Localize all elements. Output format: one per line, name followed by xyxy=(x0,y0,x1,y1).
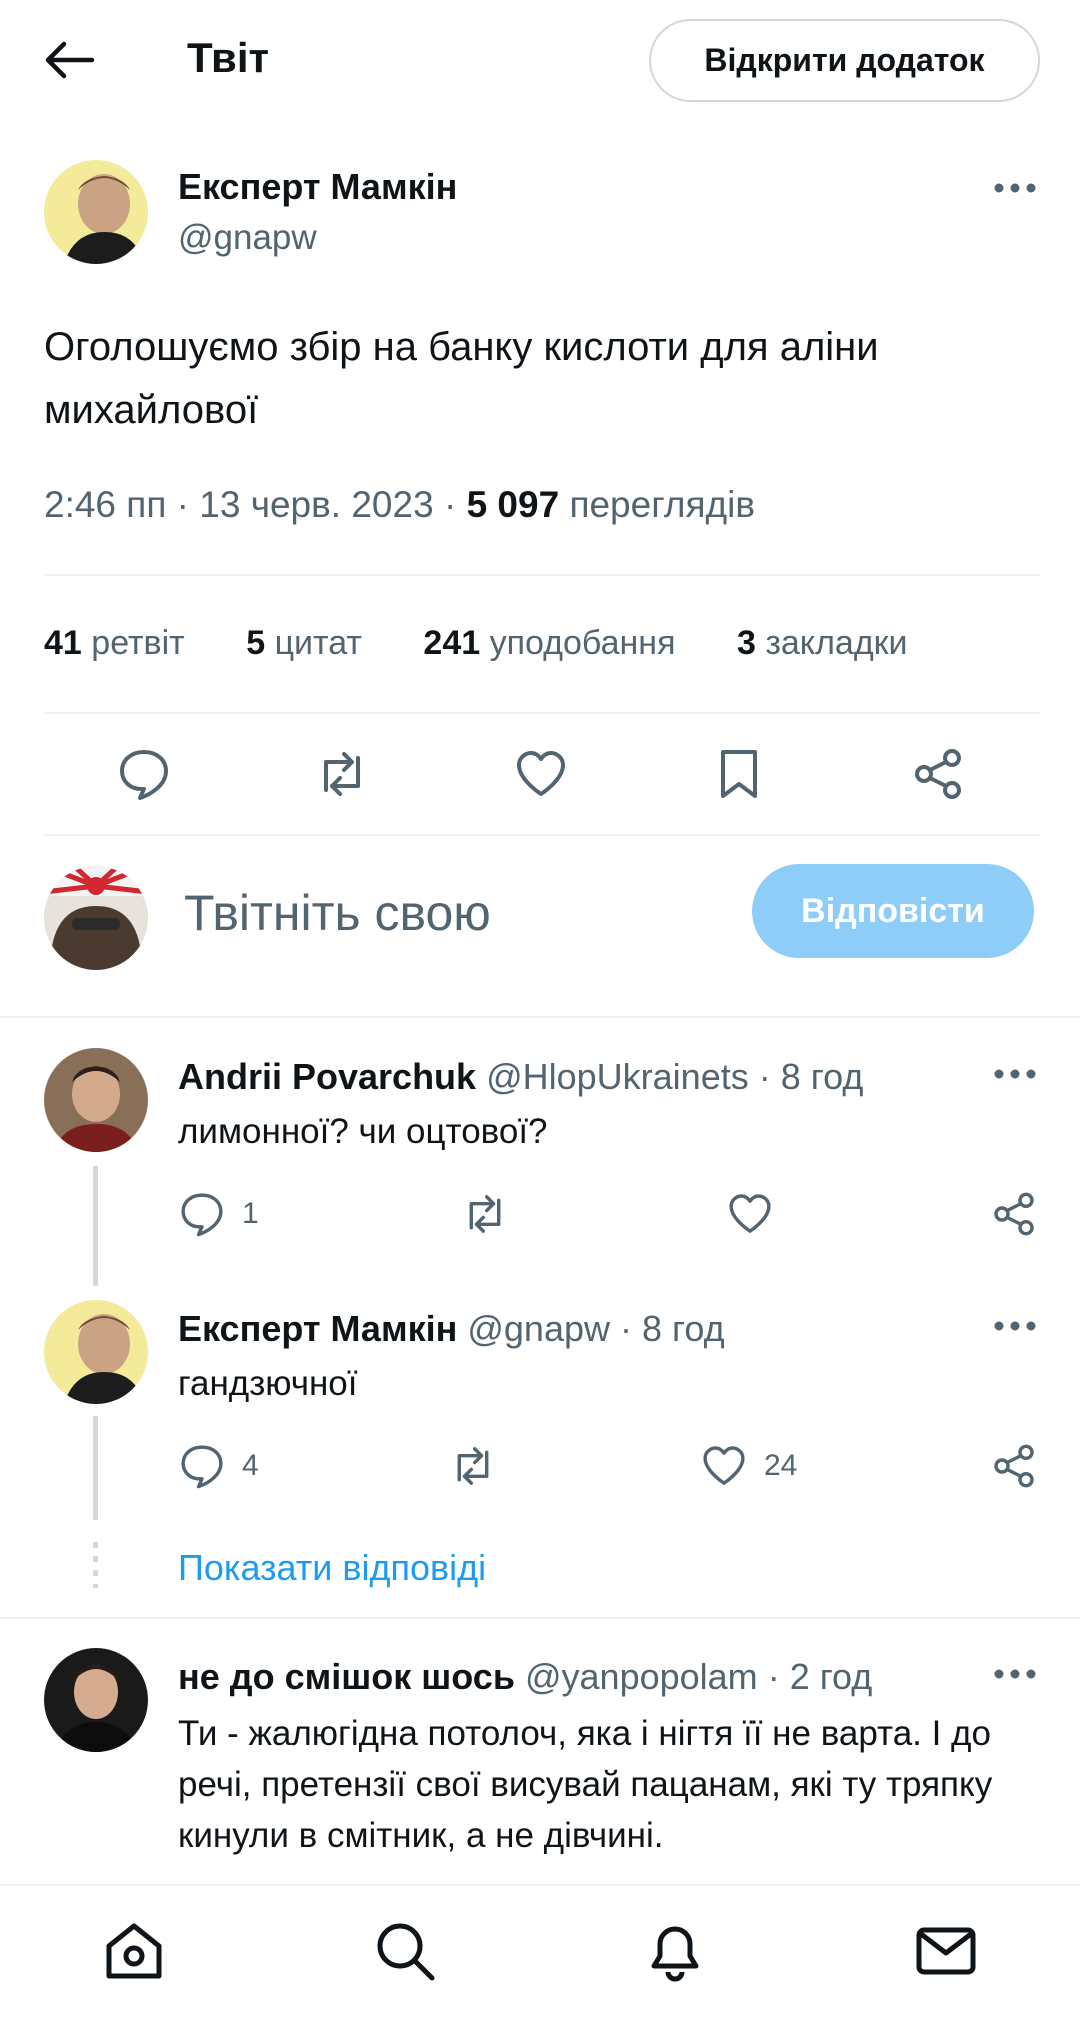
like-heart-icon xyxy=(726,1190,774,1238)
reply-text: лимонної? чи оцтової? xyxy=(178,1112,548,1151)
bottom-navigation xyxy=(0,1884,1080,2017)
tweet-time[interactable]: 2:46 пп xyxy=(44,484,166,525)
tweet-meta: 2:46 пп · 13 черв. 2023 · 5 097 перегляд… xyxy=(44,484,755,526)
reply-author-name[interactable]: не до смішок шось xyxy=(178,1656,515,1697)
stat-count: 5 xyxy=(246,624,266,662)
page-title: Твіт xyxy=(187,34,270,81)
reply-avatar[interactable] xyxy=(44,1300,148,1404)
stat-label: закладки xyxy=(765,624,908,662)
tweet-text: Оголошуємо збір на банку кислоти для алі… xyxy=(44,325,879,432)
divider xyxy=(0,1617,1080,1619)
reply-author-name[interactable]: Andrii Povarchuk xyxy=(178,1056,476,1097)
author-name[interactable]: Експерт Мамкін xyxy=(178,166,457,208)
reply-header: Andrii Povarchuk @HlopUkrainets · 8 год xyxy=(178,1056,863,1098)
home-icon[interactable] xyxy=(101,1918,167,1984)
meta-separator: · xyxy=(443,484,467,525)
retweet-action[interactable] xyxy=(461,1190,525,1238)
divider xyxy=(44,712,1040,714)
thread-line xyxy=(93,1166,98,1286)
meta-separator: · xyxy=(758,1056,781,1097)
like-action[interactable] xyxy=(726,1190,790,1238)
top-bar: Твіт Відкрити додаток xyxy=(0,0,1080,120)
open-app-button[interactable]: Відкрити додаток xyxy=(649,19,1040,102)
reply-author-name[interactable]: Експерт Мамкін xyxy=(178,1308,457,1349)
reply-compose-input[interactable]: Твітніть свою xyxy=(184,884,491,942)
views-label: переглядів xyxy=(569,484,755,525)
retweet-icon[interactable] xyxy=(314,746,370,802)
tweet-stats: 41 ретвіт 5 цитат 241 уподобання 3 закла… xyxy=(44,624,960,663)
like-action[interactable]: 24 xyxy=(700,1442,797,1490)
stat-count: 3 xyxy=(736,624,756,662)
reply-icon xyxy=(178,1442,226,1490)
reply-header: не до смішок шось @yanpopolam · 2 год xyxy=(178,1656,872,1698)
more-options-icon[interactable] xyxy=(992,1316,1038,1336)
views-count: 5 097 xyxy=(466,484,560,525)
stat-likes[interactable]: 241 уподобання xyxy=(423,624,675,663)
share-action[interactable] xyxy=(990,1190,1038,1238)
meta-separator: · xyxy=(767,1656,790,1697)
reply-count: 1 xyxy=(242,1197,259,1230)
search-icon[interactable] xyxy=(372,1918,438,1984)
meta-separator: · xyxy=(620,1308,643,1349)
reply-icon[interactable] xyxy=(116,746,172,802)
meta-separator: · xyxy=(176,484,200,525)
reply-action[interactable]: 4 xyxy=(178,1442,259,1490)
more-options-icon[interactable] xyxy=(992,178,1038,198)
reply-button[interactable]: Відповісти xyxy=(752,864,1034,958)
stat-count: 241 xyxy=(423,624,481,662)
stat-label: цитат xyxy=(274,624,362,662)
retweet-action[interactable] xyxy=(449,1442,513,1490)
notifications-bell-icon[interactable] xyxy=(642,1918,708,1984)
like-heart-icon[interactable] xyxy=(513,746,569,802)
stat-label: уподобання xyxy=(489,624,676,662)
author-handle[interactable]: @gnapw xyxy=(178,218,317,258)
reply-icon xyxy=(178,1190,226,1238)
user-avatar[interactable] xyxy=(44,866,148,970)
messages-mail-icon[interactable] xyxy=(913,1918,979,1984)
like-heart-icon xyxy=(700,1442,748,1490)
reply-text: гандзючної xyxy=(178,1364,358,1403)
back-arrow-icon[interactable] xyxy=(40,36,96,84)
author-avatar[interactable] xyxy=(44,160,148,264)
stat-bookmarks[interactable]: 3 закладки xyxy=(737,624,908,663)
reply-count: 4 xyxy=(242,1449,259,1482)
like-count: 24 xyxy=(764,1449,798,1482)
share-icon[interactable] xyxy=(910,746,966,802)
share-action[interactable] xyxy=(990,1442,1038,1490)
stat-label: ретвіт xyxy=(91,624,185,662)
stat-quotes[interactable]: 5 цитат xyxy=(246,624,362,663)
tweet-date[interactable]: 13 черв. 2023 xyxy=(199,484,433,525)
reply-author-handle[interactable]: @gnapw xyxy=(467,1308,610,1349)
retweet-icon xyxy=(449,1442,497,1490)
reply-action[interactable]: 1 xyxy=(178,1190,259,1238)
reply-author-handle[interactable]: @yanpopolam xyxy=(525,1656,758,1697)
divider xyxy=(44,834,1040,836)
stat-retweets[interactable]: 41 ретвіт xyxy=(44,624,185,663)
divider xyxy=(44,574,1040,576)
share-icon xyxy=(990,1442,1038,1490)
reply-avatar[interactable] xyxy=(44,1648,148,1752)
more-options-icon[interactable] xyxy=(992,1664,1038,1684)
share-icon xyxy=(990,1190,1038,1238)
reply-time[interactable]: 8 год xyxy=(781,1056,864,1097)
bookmark-icon[interactable] xyxy=(711,746,767,802)
divider xyxy=(0,1016,1080,1018)
reply-author-handle[interactable]: @HlopUkrainets xyxy=(486,1056,749,1097)
stat-count: 41 xyxy=(44,624,82,662)
reply-time[interactable]: 2 год xyxy=(790,1656,873,1697)
reply-time[interactable]: 8 год xyxy=(642,1308,725,1349)
thread-dotted-line xyxy=(93,1542,98,1588)
show-replies-link[interactable]: Показати відповіді xyxy=(178,1547,486,1589)
thread-line xyxy=(93,1416,98,1520)
more-options-icon[interactable] xyxy=(992,1064,1038,1084)
reply-avatar[interactable] xyxy=(44,1048,148,1152)
reply-text: Ти - жалюгідна потолоч, яка і нігтя її н… xyxy=(178,1714,993,1855)
retweet-icon xyxy=(461,1190,509,1238)
reply-header: Експерт Мамкін @gnapw · 8 год xyxy=(178,1308,725,1350)
